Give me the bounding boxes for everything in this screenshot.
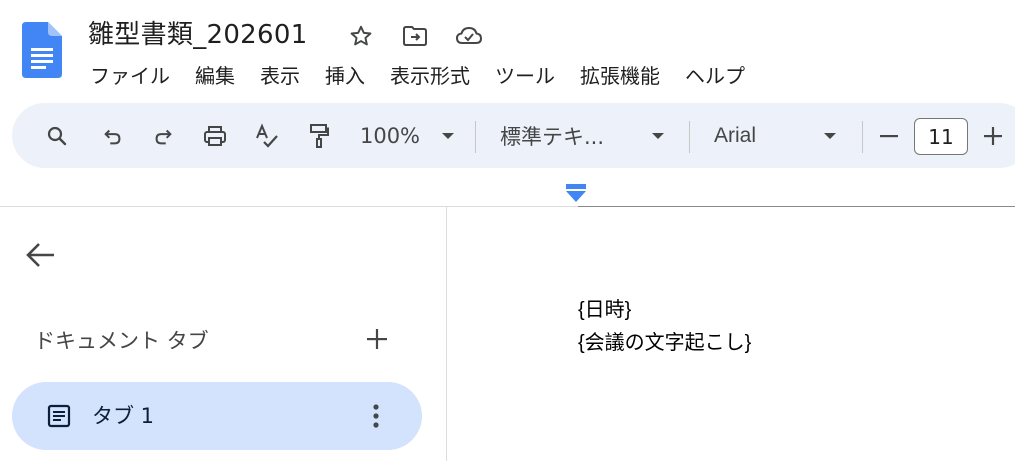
paint-format-icon[interactable] xyxy=(302,103,336,168)
more-vertical-icon[interactable] xyxy=(364,402,388,430)
paragraph-style-value[interactable]: 標準テキ... xyxy=(500,103,618,168)
add-tab-icon[interactable] xyxy=(364,326,390,352)
spellcheck-icon[interactable] xyxy=(250,103,284,168)
redo-icon[interactable] xyxy=(146,103,180,168)
ruler-line xyxy=(578,206,1015,207)
document-tab-icon xyxy=(47,404,71,428)
sidebar-divider xyxy=(446,207,447,461)
menu-bar: ファイル 編集 表示 挿入 表示形式 ツール 拡張機能 ヘルプ xyxy=(90,60,770,89)
toolbar-separator xyxy=(862,121,863,153)
document-title[interactable]: 雛型書類_202601 xyxy=(88,14,308,51)
back-arrow-icon[interactable] xyxy=(24,238,58,272)
toolbar: 100% 標準テキ... Arial 11 xyxy=(12,103,1015,168)
menu-extensions[interactable]: 拡張機能 xyxy=(580,60,660,89)
menu-format[interactable]: 表示形式 xyxy=(390,60,470,89)
star-icon[interactable] xyxy=(346,22,376,50)
undo-icon[interactable] xyxy=(96,103,130,168)
body-line-datetime[interactable]: {日時} xyxy=(578,293,631,322)
font-chevron-down-icon[interactable] xyxy=(818,103,842,168)
toolbar-separator xyxy=(689,121,690,153)
font-family-value[interactable]: Arial xyxy=(714,103,774,168)
toolbar-separator xyxy=(475,121,476,153)
menu-view[interactable]: 表示 xyxy=(260,60,300,89)
zoom-chevron-down-icon[interactable] xyxy=(436,103,460,168)
body-line-transcript[interactable]: {会議の文字起こし} xyxy=(578,326,751,355)
font-size-input[interactable]: 11 xyxy=(914,118,968,155)
menu-edit[interactable]: 編集 xyxy=(195,60,235,89)
cloud-saved-icon[interactable] xyxy=(454,22,484,50)
print-icon[interactable] xyxy=(198,103,232,168)
style-chevron-down-icon[interactable] xyxy=(646,103,670,168)
menu-insert[interactable]: 挿入 xyxy=(325,60,365,89)
ruler-indent-marker[interactable] xyxy=(565,184,587,204)
document-tabs-label: ドキュメント タブ xyxy=(34,329,209,353)
tab-label: タブ 1 xyxy=(92,404,155,428)
google-docs-logo[interactable] xyxy=(22,22,62,78)
move-to-folder-icon[interactable] xyxy=(400,22,430,50)
increase-font-size-icon[interactable] xyxy=(978,103,1008,168)
menu-tools[interactable]: ツール xyxy=(495,60,555,89)
menu-file[interactable]: ファイル xyxy=(90,60,170,89)
sidebar-tab-item[interactable]: タブ 1 xyxy=(12,382,422,450)
menu-help[interactable]: ヘルプ xyxy=(685,60,745,89)
zoom-value[interactable]: 100% xyxy=(355,103,425,168)
search-menus-icon[interactable] xyxy=(40,103,74,168)
decrease-font-size-icon[interactable] xyxy=(874,103,904,168)
